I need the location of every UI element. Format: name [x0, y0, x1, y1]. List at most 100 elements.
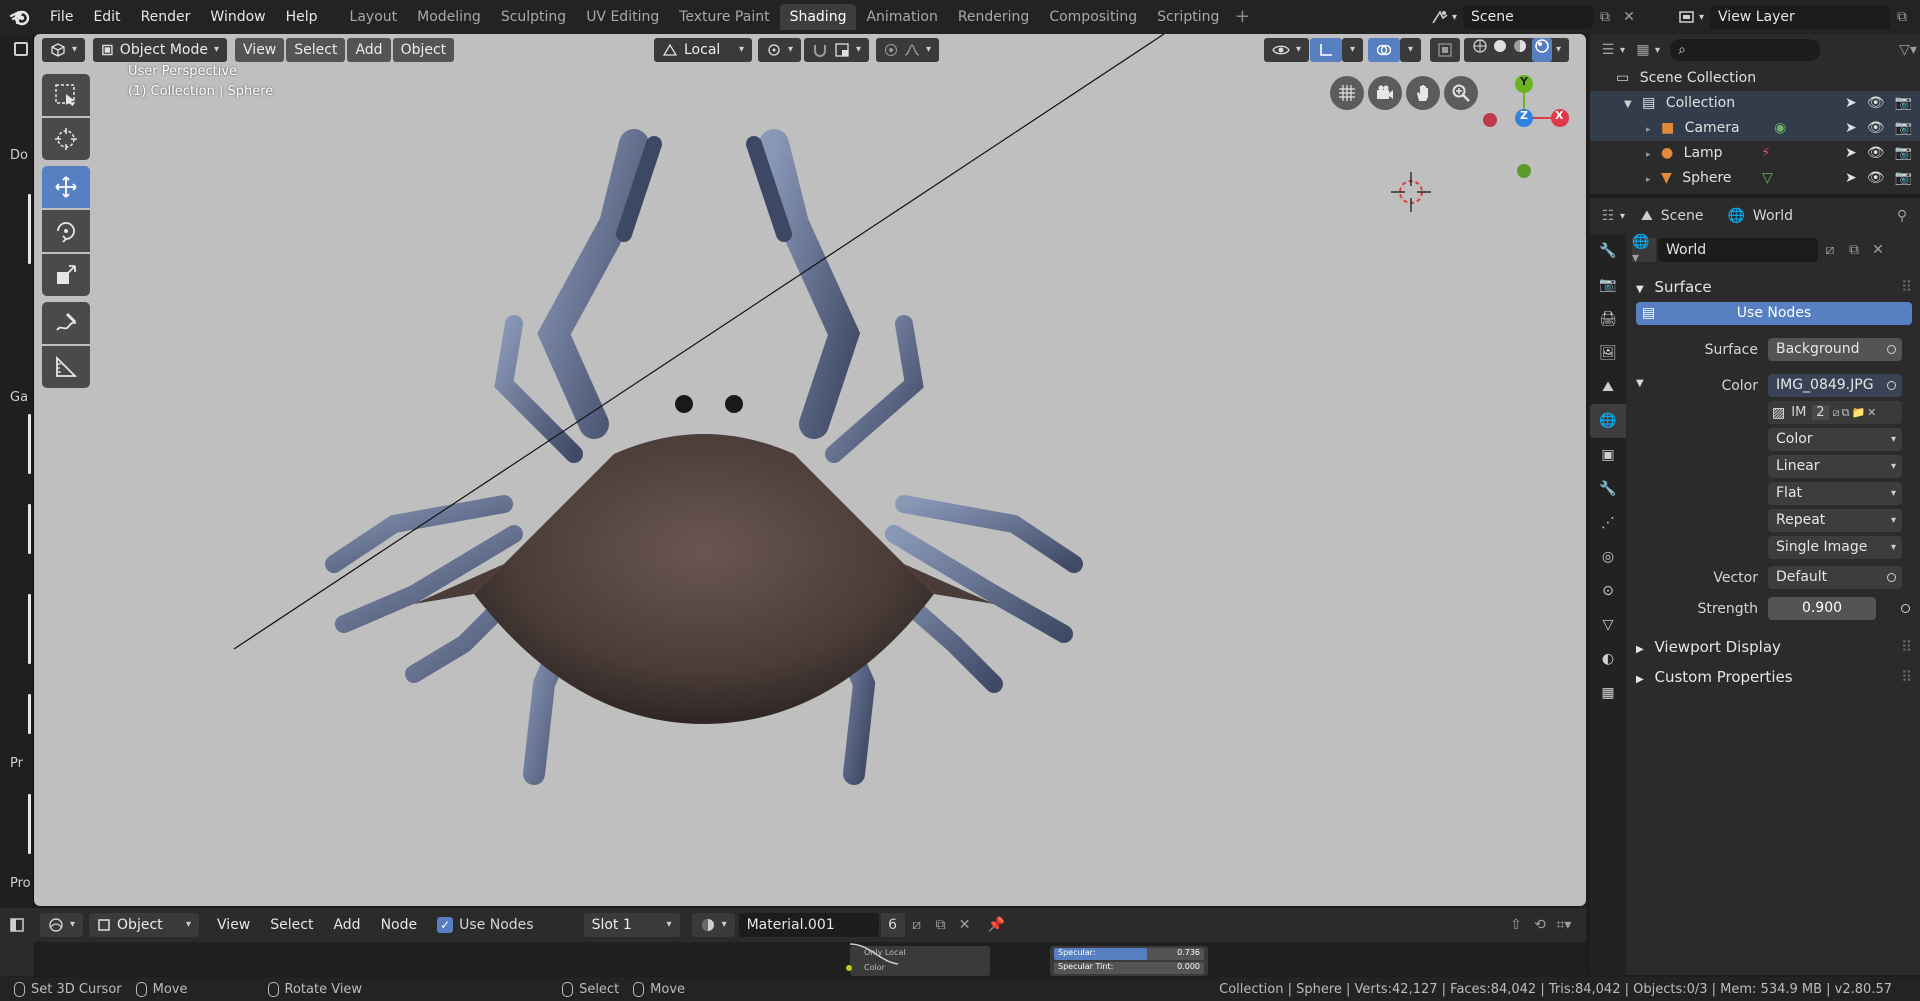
- tab-compositing[interactable]: Compositing: [1039, 4, 1147, 30]
- scene-icon[interactable]: [1428, 5, 1452, 29]
- world-browse-button[interactable]: 🌐▾: [1632, 234, 1656, 266]
- select-arrow-icon[interactable]: ➤: [1845, 141, 1857, 166]
- outliner-item-camera[interactable]: ▸ ■ Camera ◉ ➤ 👁 📷: [1590, 116, 1920, 141]
- node-editor-type-icon[interactable]: [0, 917, 34, 933]
- vector-field[interactable]: Default: [1768, 566, 1902, 589]
- pin-icon[interactable]: ⚲: [1890, 204, 1914, 228]
- breadcrumb-world[interactable]: World: [1753, 208, 1793, 224]
- display-mode-icon[interactable]: ▦: [1631, 38, 1655, 62]
- color-image-field[interactable]: IMG_0849.JPG: [1768, 374, 1902, 397]
- principled-node-card[interactable]: Specular: 0.736 Specular Tint: 0.000: [1050, 946, 1208, 976]
- material-browse-button[interactable]: ▾: [691, 913, 735, 937]
- select-arrow-icon[interactable]: ➤: [1845, 166, 1857, 191]
- shader-type-dropdown[interactable]: ▾: [40, 913, 84, 937]
- outliner-editor-icon[interactable]: ☰: [1596, 38, 1620, 62]
- node-menu-add[interactable]: Add: [323, 908, 370, 942]
- menu-file[interactable]: File: [40, 0, 83, 34]
- duplicate-icon[interactable]: ⧉: [1842, 406, 1850, 420]
- collection-row[interactable]: ▼ ▤ Collection ➤ 👁 📷: [1590, 91, 1920, 116]
- open-folder-icon[interactable]: 📁: [1851, 406, 1865, 419]
- render-camera-icon[interactable]: 📷: [1895, 91, 1912, 116]
- use-nodes-checkbox[interactable]: ✓ Use Nodes: [437, 917, 534, 933]
- chevron-right-icon[interactable]: ▸: [1646, 150, 1651, 160]
- projection-dropdown[interactable]: Flat ▾: [1768, 482, 1902, 505]
- viewport-display-panel-header[interactable]: ▶ Viewport Display ⠿: [1628, 632, 1920, 662]
- tab-scene[interactable]: ⛰: [1590, 370, 1626, 404]
- view-layer-icon[interactable]: [1675, 5, 1699, 29]
- eye-icon[interactable]: 👁: [1867, 141, 1885, 166]
- drag-handle-icon[interactable]: ⠿: [1901, 632, 1912, 662]
- render-camera-icon[interactable]: 📷: [1895, 141, 1912, 166]
- tab-object[interactable]: ▣: [1590, 438, 1626, 472]
- properties-editor-icon[interactable]: ☷: [1596, 204, 1620, 228]
- tab-animation[interactable]: Animation: [856, 4, 947, 30]
- 3d-viewport[interactable]: ▾ Object Mode ▾ View Select Add Object L…: [34, 34, 1586, 906]
- filter-icon[interactable]: ▽▾: [1896, 38, 1920, 62]
- duplicate-icon[interactable]: ⧉: [1842, 238, 1866, 262]
- 3d-cursor-icon[interactable]: [1391, 172, 1431, 212]
- drag-handle-icon[interactable]: ⠿: [1901, 662, 1912, 692]
- navigation-gizmo[interactable]: X Y Z: [1474, 64, 1574, 184]
- custom-properties-panel-header[interactable]: ▶ Custom Properties ⠿: [1628, 662, 1920, 692]
- add-workspace-button[interactable]: +: [1229, 4, 1255, 30]
- scene-collection-row[interactable]: ▭ Scene Collection: [1590, 66, 1920, 91]
- zoom-view-button[interactable]: [1444, 76, 1478, 110]
- menu-edit[interactable]: Edit: [83, 0, 130, 34]
- node-editor-canvas[interactable]: Only Local Color Specular: 0.736 Specula…: [0, 942, 1586, 976]
- chevron-down-icon[interactable]: ▾: [1452, 12, 1457, 23]
- tab-output[interactable]: 🖨: [1590, 302, 1626, 336]
- tab-scripting[interactable]: Scripting: [1147, 4, 1229, 30]
- chevron-down-icon[interactable]: ▾: [1620, 45, 1625, 56]
- tab-particles[interactable]: ⋰: [1590, 506, 1626, 540]
- image-datablock-widget[interactable]: ▨ IM 2 ⧄ ⧉ 📁 ✕: [1768, 401, 1902, 424]
- outliner-item-lamp[interactable]: ▸ ● Lamp ⚡ ➤ 👁 📷: [1590, 141, 1920, 166]
- new-view-layer-icon[interactable]: ⧉: [1890, 5, 1914, 29]
- new-scene-icon[interactable]: ⧉: [1593, 5, 1617, 29]
- color-space-dropdown[interactable]: Color ▾: [1768, 428, 1902, 451]
- fake-user-icon[interactable]: ⧄: [905, 913, 929, 937]
- breadcrumb-scene[interactable]: Scene: [1661, 208, 1704, 224]
- world-name-field[interactable]: World: [1658, 238, 1818, 262]
- source-dropdown[interactable]: Single Image ▾: [1768, 536, 1902, 559]
- select-arrow-icon[interactable]: ➤: [1845, 91, 1857, 116]
- tab-modifiers[interactable]: 🔧: [1590, 472, 1626, 506]
- close-icon[interactable]: ✕: [1914, 5, 1920, 29]
- chevron-right-icon[interactable]: ▸: [1646, 125, 1651, 135]
- checkbox-check-icon[interactable]: ✓: [437, 917, 454, 933]
- node-menu-view[interactable]: View: [207, 908, 260, 942]
- render-camera-icon[interactable]: 📷: [1895, 116, 1912, 141]
- close-icon[interactable]: ✕: [1617, 5, 1641, 29]
- chevron-down-icon[interactable]: ▾: [1620, 211, 1625, 222]
- outliner-item-sphere[interactable]: ▸ ▼ Sphere ▽ ➤ 👁 📷: [1590, 166, 1920, 191]
- eye-icon[interactable]: 👁: [1867, 91, 1885, 116]
- chevron-down-icon[interactable]: ▼: [1624, 99, 1632, 110]
- strength-number-field[interactable]: 0.900: [1768, 597, 1876, 620]
- tab-view-layer[interactable]: 🖼: [1590, 336, 1626, 370]
- crab-model[interactable]: [325, 129, 1083, 785]
- tab-rendering[interactable]: Rendering: [948, 4, 1040, 30]
- image-short-name[interactable]: IM: [1791, 405, 1806, 420]
- tab-sculpting[interactable]: Sculpting: [491, 4, 576, 30]
- lamp-data-icon[interactable]: ⚡: [1761, 145, 1771, 161]
- chevron-down-icon[interactable]: ▾: [1655, 45, 1660, 56]
- tab-layout[interactable]: Layout: [340, 4, 408, 30]
- eye-icon[interactable]: 👁: [1867, 116, 1885, 141]
- use-nodes-button[interactable]: ▤ Use Nodes: [1636, 302, 1912, 325]
- surface-shader-field[interactable]: Background: [1768, 338, 1902, 361]
- tab-render[interactable]: 📷: [1590, 268, 1626, 302]
- extension-dropdown[interactable]: Repeat ▾: [1768, 509, 1902, 532]
- folder-icon[interactable]: [14, 42, 28, 56]
- view-layer-field[interactable]: View Layer: [1710, 5, 1891, 29]
- tab-texture-paint[interactable]: Texture Paint: [669, 4, 779, 30]
- chevron-right-icon[interactable]: ▸: [1646, 175, 1651, 185]
- node-menu-node[interactable]: Node: [371, 908, 428, 942]
- mesh-data-icon[interactable]: ▽: [1762, 170, 1773, 186]
- pin-icon[interactable]: 📌: [985, 913, 1009, 937]
- node-snap-dropdown[interactable]: ⌗▾: [1552, 913, 1576, 937]
- outliner-search-input[interactable]: ⌕: [1670, 39, 1821, 61]
- parent-node-icon[interactable]: ⇧: [1504, 913, 1528, 937]
- slot-dropdown[interactable]: Slot 1 ▾: [583, 913, 680, 937]
- specular-slider[interactable]: Specular: 0.736: [1054, 948, 1204, 960]
- interpolation-dropdown[interactable]: Linear ▾: [1768, 455, 1902, 478]
- image-icon[interactable]: ▨: [1772, 405, 1785, 421]
